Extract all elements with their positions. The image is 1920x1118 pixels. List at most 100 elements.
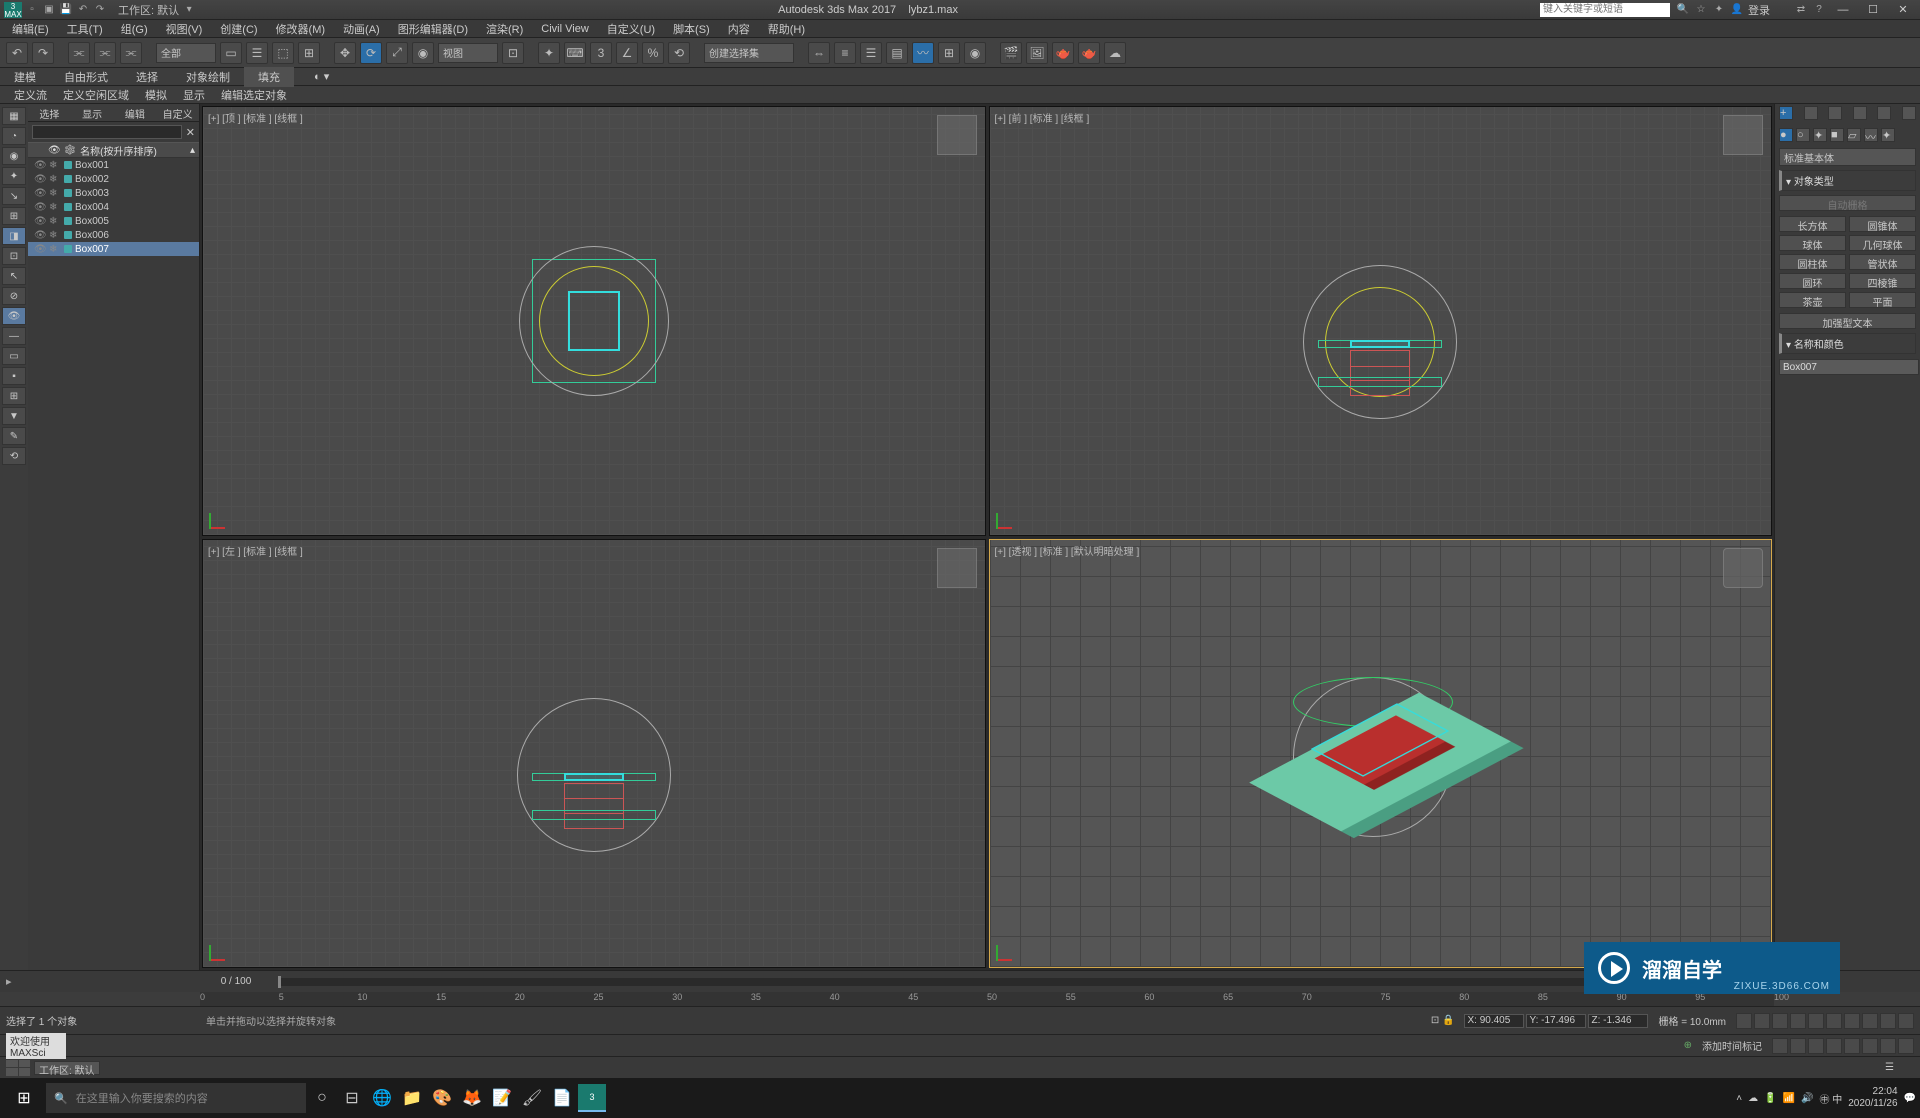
se-filter-input[interactable] [32, 125, 182, 139]
viewnav-button[interactable] [1772, 1038, 1788, 1054]
workspace-label[interactable]: 工作区: 默认 [118, 2, 179, 18]
tray-icon[interactable]: ☁ [1748, 1093, 1758, 1104]
viewport-layout-icon[interactable] [6, 1060, 30, 1076]
select-name-button[interactable]: ☰ [246, 42, 268, 64]
explorer-icon[interactable]: 📁 [398, 1084, 426, 1112]
menu-item[interactable]: 帮助(H) [760, 21, 813, 37]
new-icon[interactable]: ▫ [25, 3, 39, 17]
rotate-button[interactable]: ⟳ [360, 42, 382, 64]
close-button[interactable]: ✕ [1890, 3, 1916, 16]
app-icon[interactable]: 🎨 [428, 1084, 456, 1112]
primitive-button[interactable]: 四棱锥 [1849, 273, 1916, 289]
primitive-button[interactable]: 加强型文本 [1779, 313, 1916, 329]
ribbon-tab[interactable]: 选择 [122, 67, 172, 87]
selection-set-dropdown[interactable]: 创建选择集 [704, 43, 794, 63]
menu-item[interactable]: 内容 [720, 21, 758, 37]
create-tab-icon[interactable]: + [1779, 106, 1793, 120]
se-tool-icon[interactable]: ↘ [2, 187, 26, 205]
se-tool-icon[interactable]: ▪ [2, 367, 26, 385]
manip-button[interactable]: ✦ [538, 42, 560, 64]
se-object-row[interactable]: 👁❄Box006 [28, 228, 199, 242]
se-object-row[interactable]: 👁❄Box004 [28, 200, 199, 214]
ribbon-tab[interactable]: 自由形式 [50, 67, 122, 87]
placement-button[interactable]: ◉ [412, 42, 434, 64]
toggle-ribbon-button[interactable]: ▤ [886, 42, 908, 64]
minimize-button[interactable]: — [1830, 4, 1856, 16]
unlink-button[interactable]: ⫘ [94, 42, 116, 64]
menu-item[interactable]: 动画(A) [335, 21, 388, 37]
render-button[interactable]: 🫖 [1052, 42, 1074, 64]
3dsmax-task-icon[interactable]: 3 [578, 1084, 606, 1112]
se-tool-icon[interactable]: ↖ [2, 267, 26, 285]
spinner-snap-button[interactable]: ⟲ [668, 42, 690, 64]
geom-cat-icon[interactable]: ● [1779, 128, 1793, 142]
primitive-button[interactable]: 圆柱体 [1779, 254, 1846, 270]
curve-editor-button[interactable]: 〰 [912, 42, 934, 64]
primitive-button[interactable]: 几何球体 [1849, 235, 1916, 251]
app-icon[interactable]: 🖌 [518, 1084, 546, 1112]
menu-item[interactable]: 编辑(E) [4, 21, 57, 37]
workspace-dropdown-icon[interactable]: ▾ [182, 3, 196, 17]
se-tool-icon[interactable]: ◨ [2, 227, 26, 245]
play-button[interactable] [1772, 1013, 1788, 1029]
ribbon-item[interactable]: 编辑选定对象 [213, 85, 295, 105]
se-tool-icon[interactable]: ▼ [2, 407, 26, 425]
menu-item[interactable]: Civil View [533, 23, 596, 35]
se-tab[interactable]: 编辑 [114, 104, 157, 121]
viewnav-button[interactable] [1826, 1038, 1842, 1054]
coord-x-input[interactable] [1464, 1014, 1524, 1028]
se-tool-icon[interactable]: ◉ [2, 147, 26, 165]
star2-icon[interactable]: ✦ [1712, 3, 1726, 17]
align-button[interactable]: ≡ [834, 42, 856, 64]
coord-z-input[interactable] [1588, 1014, 1648, 1028]
select-button[interactable]: ▭ [220, 42, 242, 64]
play-button[interactable] [1790, 1013, 1806, 1029]
link-button[interactable]: ⫘ [68, 42, 90, 64]
se-tool-icon[interactable]: ✎ [2, 427, 26, 445]
mirror-button[interactable]: ⇔ [808, 42, 830, 64]
render-prod-button[interactable]: 🫖 [1078, 42, 1100, 64]
maximize-button[interactable]: ☐ [1860, 3, 1886, 16]
primitive-button[interactable]: 管状体 [1849, 254, 1916, 270]
workspace-dropdown[interactable]: 工作区: 默认 [34, 1061, 100, 1075]
space-cat-icon[interactable]: 〰 [1864, 128, 1878, 142]
se-tool-icon[interactable]: ⟲ [2, 447, 26, 465]
viewnav-button[interactable] [1844, 1038, 1860, 1054]
viewcube-icon[interactable] [937, 548, 977, 588]
select-region-button[interactable]: ⬚ [272, 42, 294, 64]
menu-item[interactable]: 图形编辑器(D) [390, 21, 476, 37]
se-tab[interactable]: 自定义 [156, 104, 199, 121]
bind-button[interactable]: ⫘ [120, 42, 142, 64]
user-icon[interactable]: 👤 [1730, 3, 1744, 17]
nav-button[interactable] [1844, 1013, 1860, 1029]
se-tool-icon[interactable]: ⊞ [2, 207, 26, 225]
ribbon-item[interactable]: 显示 [175, 85, 213, 105]
redo-button[interactable]: ↷ [32, 42, 54, 64]
se-tool-icon[interactable]: ▦ [2, 107, 26, 125]
se-tool-icon[interactable]: 👁 [2, 307, 26, 325]
render-iter-button[interactable]: ☁ [1104, 42, 1126, 64]
utilities-tab-icon[interactable] [1902, 106, 1916, 120]
ribbon-tab[interactable]: 填充 [244, 67, 294, 87]
ribbon-item[interactable]: 模拟 [137, 85, 175, 105]
ref-coord-dropdown[interactable]: 视图 [438, 43, 498, 63]
start-button[interactable]: ⊞ [4, 1082, 44, 1114]
tray-icon[interactable]: 📶 [1783, 1093, 1795, 1104]
viewcube-icon[interactable] [937, 115, 977, 155]
exchange-icon[interactable]: ⇄ [1794, 3, 1808, 17]
percent-snap-button[interactable]: % [642, 42, 664, 64]
se-filter-clear-icon[interactable]: ✕ [186, 126, 195, 139]
menu-item[interactable]: 工具(T) [59, 21, 111, 37]
system-cat-icon[interactable]: ✦ [1881, 128, 1895, 142]
app-icon[interactable]: 📝 [488, 1084, 516, 1112]
primitive-button[interactable]: 球体 [1779, 235, 1846, 251]
se-object-row[interactable]: 👁❄Box002 [28, 172, 199, 186]
render-setup-button[interactable]: 🎬 [1000, 42, 1022, 64]
viewcube-icon[interactable] [1723, 548, 1763, 588]
taskview-icon[interactable]: ⊟ [338, 1084, 366, 1112]
nav-button[interactable] [1862, 1013, 1878, 1029]
pivot-button[interactable]: ⊡ [502, 42, 524, 64]
display-tab-icon[interactable] [1877, 106, 1891, 120]
se-column-header[interactable]: 名称(按升序排序) [80, 143, 157, 158]
se-tool-icon[interactable]: ⊡ [2, 247, 26, 265]
